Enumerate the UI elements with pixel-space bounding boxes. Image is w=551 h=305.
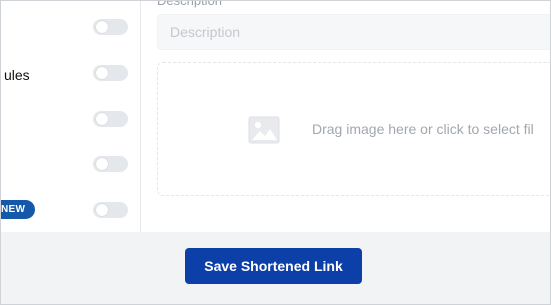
toggle-knob bbox=[96, 204, 108, 216]
form-column: Description Drag image here or click to … bbox=[142, 0, 550, 232]
option-toggle-1[interactable] bbox=[93, 19, 128, 35]
toggle-row-4 bbox=[1, 154, 141, 178]
toggle-knob bbox=[96, 113, 108, 125]
toggle-knob bbox=[96, 158, 108, 170]
option-toggle-5[interactable] bbox=[93, 202, 128, 218]
link-settings-panel: ules NEW Description Drag image here or … bbox=[0, 0, 551, 305]
description-input[interactable] bbox=[157, 14, 550, 50]
option-toggle-2[interactable] bbox=[93, 65, 128, 81]
toggle-label-2: ules bbox=[4, 67, 30, 83]
toggle-row-2: ules bbox=[1, 63, 141, 87]
toggle-row-5: NEW bbox=[1, 200, 141, 224]
toggle-knob bbox=[96, 21, 108, 33]
footer-bar: Save Shortened Link bbox=[1, 232, 550, 304]
new-badge: NEW bbox=[1, 200, 35, 219]
image-icon bbox=[248, 116, 280, 144]
description-label: Description bbox=[157, 0, 223, 8]
option-toggle-3[interactable] bbox=[93, 111, 128, 127]
toggle-row-3 bbox=[1, 109, 141, 133]
image-dropzone[interactable]: Drag image here or click to select fil bbox=[157, 62, 550, 196]
toggle-row-1 bbox=[1, 17, 141, 41]
save-shortened-link-button[interactable]: Save Shortened Link bbox=[185, 248, 362, 284]
dropzone-text: Drag image here or click to select fil bbox=[312, 121, 534, 137]
option-toggle-4[interactable] bbox=[93, 156, 128, 172]
toggle-knob bbox=[96, 67, 108, 79]
options-column: ules NEW bbox=[1, 1, 141, 232]
